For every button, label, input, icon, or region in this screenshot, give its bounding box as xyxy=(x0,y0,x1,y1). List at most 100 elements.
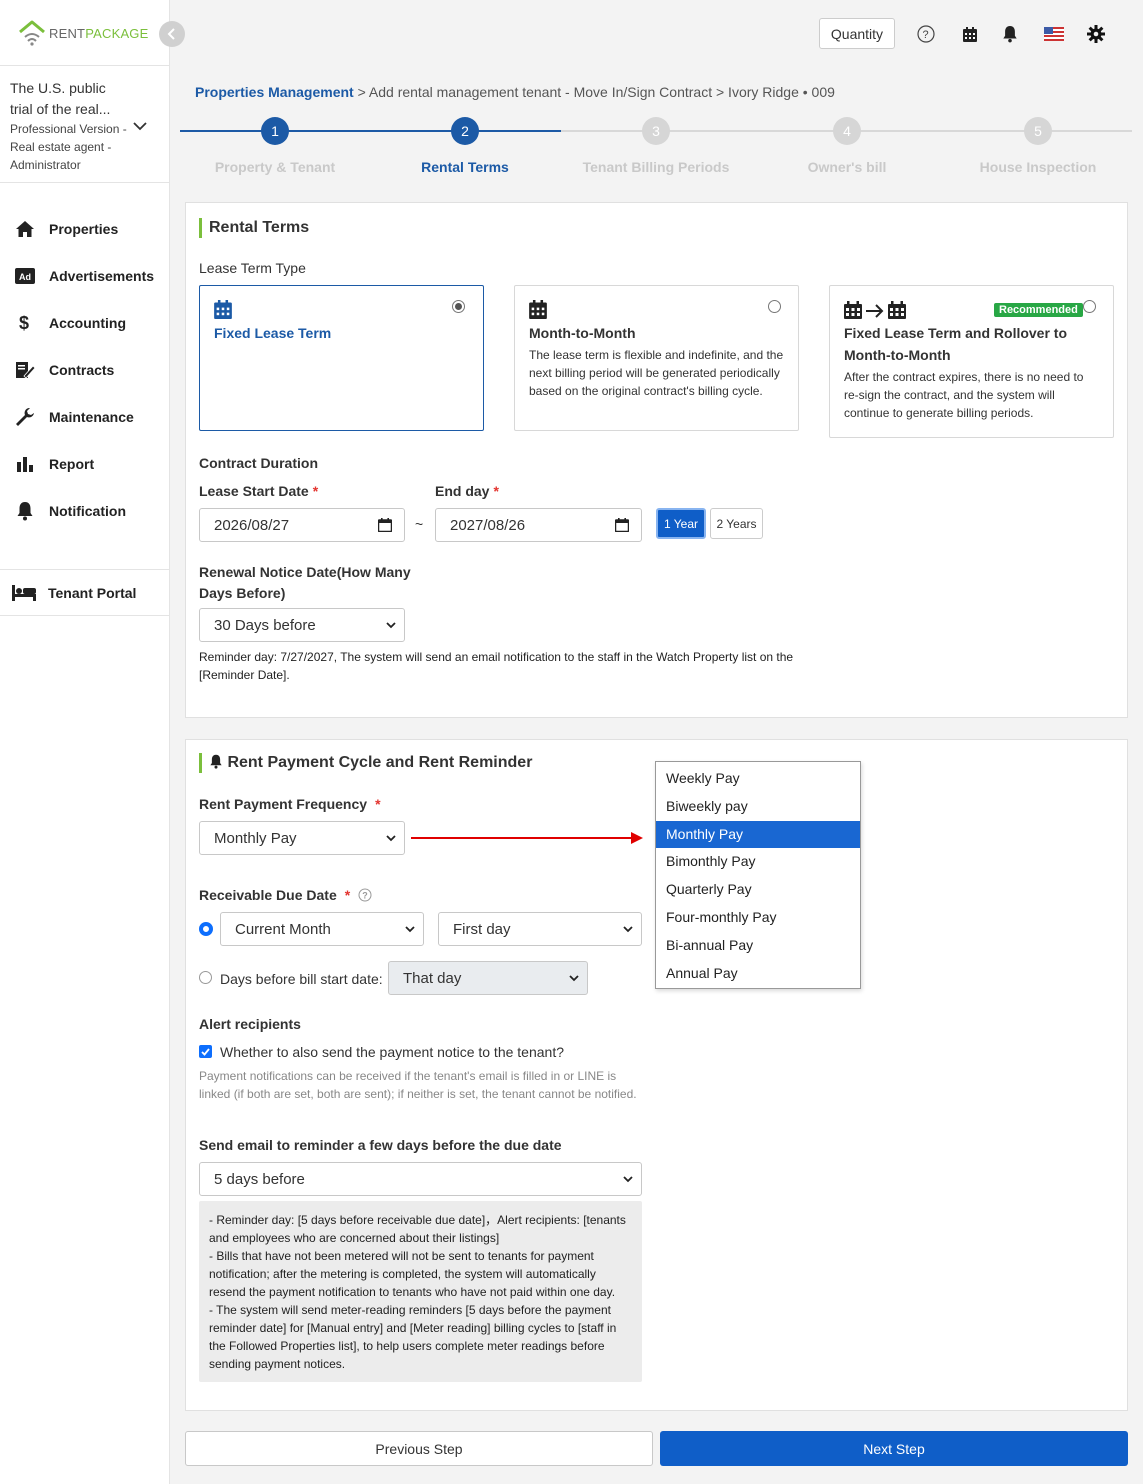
quantity-button[interactable]: Quantity xyxy=(819,18,895,49)
sidebar-item-label: Report xyxy=(49,455,95,472)
sidebar-item-tenant-portal[interactable]: Tenant Portal xyxy=(0,569,170,616)
sidebar-item-accounting[interactable]: $ Accounting xyxy=(0,299,170,346)
chevron-down-icon xyxy=(386,835,396,842)
receivable-due-date-label: Receivable Due Date * ? xyxy=(199,887,372,903)
contract-icon xyxy=(14,359,36,381)
dropdown-option[interactable]: Four-monthly Pay xyxy=(656,904,860,932)
dropdown-option[interactable]: Bimonthly Pay xyxy=(656,848,860,876)
chevron-down-icon xyxy=(569,975,579,982)
renewal-notice-select[interactable]: 30 Days before xyxy=(199,608,405,642)
email-reminder-select[interactable]: 5 days before xyxy=(199,1162,642,1196)
rent-frequency-select[interactable]: Monthly Pay xyxy=(199,821,405,855)
lease-option-rollover-radio[interactable] xyxy=(1083,300,1096,313)
lease-option-title: Month-to-Month xyxy=(529,325,636,341)
breadcrumb-link-properties-management[interactable]: Properties Management xyxy=(195,84,354,100)
us-flag-icon[interactable] xyxy=(1042,24,1066,44)
dropdown-option[interactable]: Annual Pay xyxy=(656,960,860,988)
dropdown-option[interactable]: Quarterly Pay xyxy=(656,876,860,904)
chevron-down-icon[interactable] xyxy=(132,118,148,134)
dropdown-option[interactable]: Bi-annual Pay xyxy=(656,932,860,960)
previous-step-button[interactable]: Previous Step xyxy=(185,1431,653,1466)
lease-option-fixed-radio[interactable] xyxy=(452,300,465,313)
calendar-icon[interactable] xyxy=(615,518,629,532)
step-tenant-billing-periods[interactable]: 3 Tenant Billing Periods xyxy=(561,117,751,175)
help-icon[interactable]: ? xyxy=(358,888,372,902)
collapse-sidebar-button[interactable] xyxy=(159,21,185,47)
lease-option-desc: The lease term is flexible and indefinit… xyxy=(529,348,784,398)
step-rental-terms[interactable]: 2 Rental Terms xyxy=(370,117,560,175)
bell-icon[interactable] xyxy=(1000,24,1020,44)
calendar-icon xyxy=(214,300,232,319)
account-subtitle: Professional Version - Real estate agent… xyxy=(10,122,127,172)
svg-text:?: ? xyxy=(362,891,368,901)
sidebar-item-contracts[interactable]: Contracts xyxy=(0,346,170,393)
due-month-select[interactable]: Current Month xyxy=(220,912,424,946)
dollar-icon: $ xyxy=(14,312,36,334)
sidebar-item-label: Maintenance xyxy=(49,408,134,425)
chevron-down-icon xyxy=(623,1176,633,1183)
gear-icon[interactable] xyxy=(1086,24,1106,44)
lease-option-month-to-month-radio[interactable] xyxy=(768,300,781,313)
dropdown-option[interactable]: Weekly Pay xyxy=(656,765,860,793)
send-tenant-label: Whether to also send the payment notice … xyxy=(220,1044,564,1060)
account-switcher[interactable]: The U.S. public trial of the real... Pro… xyxy=(0,65,170,183)
next-step-button[interactable]: Next Step xyxy=(660,1431,1128,1466)
alert-recipients-label: Alert recipients xyxy=(199,1016,301,1032)
step-label: Property & Tenant xyxy=(214,159,336,175)
breadcrumb-rest: > Add rental management tenant - Move In… xyxy=(353,84,835,100)
rent-frequency-value: Monthly Pay xyxy=(214,829,297,847)
tenant-portal-label: Tenant Portal xyxy=(48,584,137,601)
lease-option-month-to-month[interactable]: Month-to-Month The lease term is flexibl… xyxy=(514,285,799,431)
step-label: Tenant Billing Periods xyxy=(582,159,730,175)
step-number: 4 xyxy=(833,117,861,145)
sidebar: RENTPACKAGE The U.S. public trial of the… xyxy=(0,0,170,1484)
red-arrow-annotation xyxy=(411,832,643,844)
svg-text:$: $ xyxy=(19,313,29,333)
sidebar-item-advertisements[interactable]: Ad Advertisements xyxy=(0,252,170,299)
end-day-input[interactable]: 2027/08/26 xyxy=(435,508,642,542)
logo[interactable]: RENTPACKAGE xyxy=(17,18,149,48)
lease-start-date-value: 2026/08/27 xyxy=(214,516,290,534)
days-before-select[interactable]: That day xyxy=(388,961,588,995)
due-day-value: First day xyxy=(453,920,511,938)
reminder-note: Reminder day: 7/27/2027, The system will… xyxy=(199,650,794,682)
logo-house-icon xyxy=(19,20,45,46)
ad-icon: Ad xyxy=(14,265,36,287)
one-year-button[interactable]: 1 Year xyxy=(656,508,706,539)
sidebar-item-notification[interactable]: Notification xyxy=(0,487,170,534)
rental-terms-title: Rental Terms xyxy=(199,218,309,238)
step-property-tenant[interactable]: 1 Property & Tenant xyxy=(180,117,370,175)
sidebar-item-properties[interactable]: Properties xyxy=(0,205,170,252)
days-before-radio[interactable] xyxy=(199,971,212,984)
send-tenant-checkbox[interactable] xyxy=(199,1045,212,1058)
two-years-button[interactable]: 2 Years xyxy=(710,508,763,539)
lease-option-fixed[interactable]: Fixed Lease Term xyxy=(199,285,484,431)
dropdown-option[interactable]: Biweekly pay xyxy=(656,793,860,821)
bar-chart-icon xyxy=(14,453,36,475)
info-line: - Bills that have not been metered will … xyxy=(209,1249,616,1299)
step-number: 3 xyxy=(642,117,670,145)
lease-start-date-input[interactable]: 2026/08/27 xyxy=(199,508,405,542)
calendar-icon[interactable] xyxy=(378,518,392,532)
sidebar-item-report[interactable]: Report xyxy=(0,440,170,487)
step-label: House Inspection xyxy=(979,159,1097,175)
payment-title-text: Rent Payment Cycle and Rent Reminder xyxy=(227,754,533,771)
step-house-inspection[interactable]: 5 House Inspection xyxy=(943,117,1133,175)
sidebar-item-label: Advertisements xyxy=(49,267,155,284)
due-day-select[interactable]: First day xyxy=(438,912,642,946)
tenant-notification-hint: Payment notifications can be received if… xyxy=(199,1069,637,1101)
dropdown-option-selected[interactable]: Monthly Pay xyxy=(656,820,860,849)
step-owners-bill[interactable]: 4 Owner's bill xyxy=(752,117,942,175)
bell-icon xyxy=(210,754,222,769)
due-date-current-month-radio[interactable] xyxy=(199,922,213,936)
home-icon xyxy=(14,218,36,240)
sidebar-item-maintenance[interactable]: Maintenance xyxy=(0,393,170,440)
help-icon[interactable]: ? xyxy=(916,24,936,44)
stepper: 1 Property & Tenant 2 Rental Terms 3 Ten… xyxy=(180,117,1132,177)
breadcrumb: Properties Management > Add rental manag… xyxy=(195,84,835,100)
calendar-icon[interactable] xyxy=(960,24,980,44)
info-line: - Reminder day: [5 days before receivabl… xyxy=(209,1213,626,1245)
account-title: The U.S. public trial of the real... xyxy=(10,80,111,117)
bed-icon xyxy=(12,582,36,604)
step-number: 5 xyxy=(1024,117,1052,145)
